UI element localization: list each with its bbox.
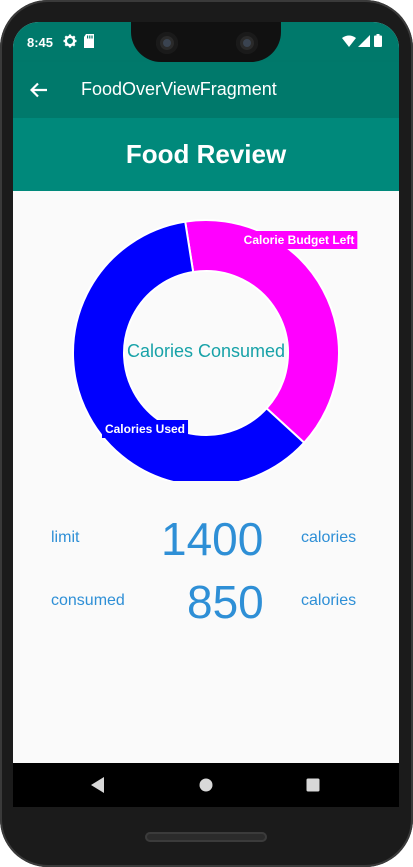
donut-slice-label-text: Calorie Budget Left <box>244 233 355 247</box>
consumed-unit: calories <box>301 592 357 609</box>
phone-frame: 8:45 FoodOverViewFragment Food Review Ca… <box>0 0 413 867</box>
system-nav-bar <box>13 763 399 807</box>
chart-center-label: Calories Consumed <box>127 341 285 361</box>
screen: 8:45 FoodOverViewFragment Food Review Ca… <box>13 22 399 807</box>
page-title: Food Review <box>125 139 287 169</box>
app-bar-title: FoodOverViewFragment <box>81 79 277 99</box>
home-circle-icon <box>199 778 213 792</box>
earpiece-speaker <box>145 832 267 842</box>
consumed-row: consumed 850 calories <box>13 574 399 630</box>
donut-chart-svg: Calories Consumed Calorie Budget Left Cal… <box>72 219 358 481</box>
donut-slice-0 <box>184 219 340 445</box>
limit-row: limit 1400 calories <box>13 512 399 568</box>
nav-recents-button[interactable] <box>305 776 321 799</box>
recents-square-icon <box>306 778 320 792</box>
camera-notch <box>131 22 281 62</box>
status-bar: 8:45 <box>13 22 399 62</box>
settings-icon <box>63 34 77 48</box>
status-time: 8:45 <box>27 35 54 50</box>
wifi-icon <box>342 34 356 48</box>
arrow-back-icon <box>30 82 47 98</box>
limit-label: limit <box>51 529 80 546</box>
back-button[interactable] <box>27 78 51 102</box>
front-camera-icon <box>156 32 178 54</box>
calorie-donut-chart: Calories Consumed Calorie Budget Left Cal… <box>13 191 399 481</box>
limit-unit: calories <box>301 529 357 546</box>
donut-slice-label-text: Calories Used <box>105 422 185 436</box>
signal-icon <box>358 34 372 48</box>
limit-value: 1400 <box>161 513 264 565</box>
header-banner: Food Review <box>13 118 399 191</box>
app-bar: FoodOverViewFragment <box>13 62 399 118</box>
nav-back-button[interactable] <box>90 776 106 799</box>
consumed-value: 850 <box>187 576 264 628</box>
sd-card-icon <box>83 34 97 48</box>
battery-icon <box>374 34 383 48</box>
nav-home-button[interactable] <box>198 776 214 799</box>
consumed-label: consumed <box>51 592 125 609</box>
front-camera-icon <box>236 32 258 54</box>
donut-slice-label-1: Calories Used <box>101 420 189 438</box>
donut-slice-label-0: Calorie Budget Left <box>240 231 358 249</box>
back-triangle-icon <box>91 777 104 793</box>
